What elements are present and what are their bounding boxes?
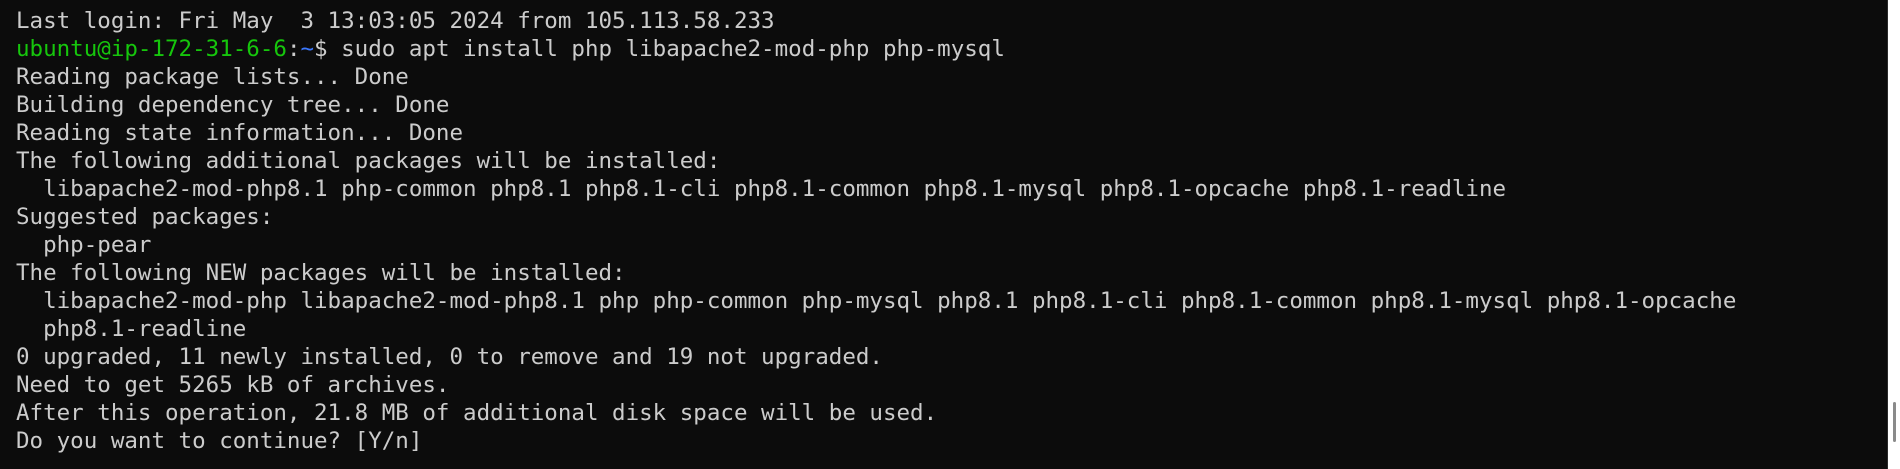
output-line: Suggested packages: — [16, 204, 274, 230]
continue-prompt-text: Do you want to continue? [Y/n] — [16, 428, 423, 454]
output-line: php8.1-readline — [16, 316, 247, 342]
output-line: After this operation, 21.8 MB of additio… — [16, 400, 938, 426]
command-prompt-line: ubuntu@ip-172-31-6-6:~$ sudo apt install… — [16, 35, 1888, 63]
scrollbar-thumb[interactable] — [1893, 402, 1896, 442]
prompt-path: ~ — [300, 36, 315, 62]
output-line: libapache2-mod-php8.1 php-common php8.1 … — [16, 176, 1507, 202]
output-line: Building dependency tree... Done — [16, 92, 450, 118]
output-line: 0 upgraded, 11 newly installed, 0 to rem… — [16, 344, 883, 370]
output-line: libapache2-mod-php libapache2-mod-php8.1… — [16, 288, 1737, 314]
prompt-user-host: ubuntu@ip-172-31-6-6 — [16, 36, 287, 62]
prompt-command: sudo apt install php libapache2-mod-php … — [327, 36, 1005, 62]
vertical-scrollbar[interactable] — [1888, 0, 1900, 469]
output-line: php-pear — [16, 232, 152, 258]
text-cursor — [422, 429, 434, 455]
output-line: Reading state information... Done — [16, 120, 464, 146]
terminal-output[interactable]: Last login: Fri May 3 13:03:05 2024 from… — [0, 0, 1888, 469]
output-line: Reading package lists... Done — [16, 64, 409, 90]
prompt-separator: : — [286, 36, 301, 62]
terminal-window: Last login: Fri May 3 13:03:05 2024 from… — [0, 0, 1900, 469]
output-line: The following NEW packages will be insta… — [16, 260, 626, 286]
last-login-line: Last login: Fri May 3 13:03:05 2024 from… — [16, 8, 775, 34]
output-line: Need to get 5265 kB of archives. — [16, 372, 450, 398]
continue-prompt-line: Do you want to continue? [Y/n] — [16, 427, 1888, 455]
output-line: The following additional packages will b… — [16, 148, 721, 174]
prompt-symbol: $ — [314, 36, 328, 62]
